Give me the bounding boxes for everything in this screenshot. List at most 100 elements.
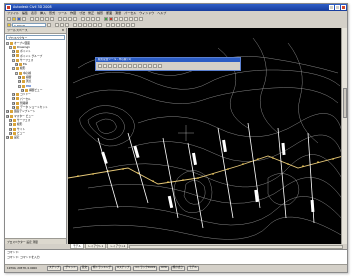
expand-icon[interactable]: + (9, 123, 12, 127)
save-icon[interactable] (17, 17, 21, 21)
layout-parameters-icon[interactable] (143, 64, 147, 68)
offset-icon[interactable] (121, 23, 125, 27)
copy-icon[interactable] (35, 17, 39, 21)
surface-tool-icon[interactable] (114, 17, 118, 21)
circle-icon[interactable] (83, 23, 87, 27)
app-icon[interactable] (6, 5, 11, 10)
break-icon[interactable] (123, 64, 127, 68)
toolspace-tabs[interactable]: プロスペクター 設定 測量 (5, 238, 66, 244)
spiral-icon[interactable] (108, 64, 112, 68)
pick-entity-icon[interactable] (138, 64, 142, 68)
arc-icon[interactable] (88, 23, 92, 27)
collapse-icon[interactable]: - (18, 84, 21, 88)
delete-pi-icon[interactable] (118, 64, 122, 68)
layer-manager-icon[interactable] (7, 23, 11, 27)
zoom-previous-icon[interactable] (73, 17, 77, 21)
line-icon[interactable] (73, 23, 77, 27)
design-center-icon[interactable] (86, 17, 90, 21)
section-tool-icon[interactable] (124, 17, 128, 21)
alignment-tool-icon[interactable] (104, 17, 108, 21)
expand-icon[interactable]: + (12, 93, 15, 97)
profile-tool-icon[interactable] (109, 17, 113, 21)
extend-icon[interactable] (131, 23, 135, 27)
polyline-icon[interactable] (78, 23, 82, 27)
layer-previous-icon[interactable] (47, 23, 51, 27)
tangent-icon[interactable] (98, 64, 102, 68)
curve-icon[interactable] (103, 64, 107, 68)
move-icon[interactable] (106, 23, 110, 27)
dyn-toggle[interactable]: DYN (159, 265, 169, 272)
vertical-scrollbar[interactable] (341, 28, 347, 244)
minimize-button[interactable] (329, 5, 334, 10)
new-file-icon[interactable] (7, 17, 11, 21)
close-icon[interactable]: × (61, 28, 65, 33)
command-prompt[interactable]: コマンド: コマンドを入力 (5, 255, 347, 260)
join-icon[interactable] (128, 64, 132, 68)
lineweight-dropdown-icon[interactable] (65, 23, 69, 27)
expand-icon[interactable]: + (6, 110, 9, 114)
reverse-icon[interactable] (133, 64, 137, 68)
close-button[interactable] (341, 5, 346, 10)
collapse-icon[interactable]: - (12, 58, 15, 62)
tree-item[interactable]: + 設定 (6, 136, 19, 140)
undo-layout-icon[interactable] (153, 64, 157, 68)
pipe-tool-icon[interactable] (139, 17, 143, 21)
expand-icon[interactable]: + (12, 50, 15, 54)
snap-toggle[interactable]: スナップ (47, 265, 62, 272)
maximize-button[interactable] (335, 5, 340, 10)
grading-tool-icon[interactable] (134, 17, 138, 21)
expand-icon[interactable]: + (18, 75, 21, 79)
insert-pi-icon[interactable] (113, 64, 117, 68)
model-toggle[interactable]: モデル (187, 265, 199, 272)
expand-icon[interactable]: + (12, 101, 15, 105)
tool-palettes-icon[interactable] (91, 17, 95, 21)
expand-icon[interactable]: + (6, 136, 9, 140)
zoom-window-icon[interactable] (68, 17, 72, 21)
hatch-icon[interactable] (98, 23, 102, 27)
open-folder-icon[interactable] (12, 17, 16, 21)
otrack-toggle[interactable]: OトラックDUCS (133, 265, 158, 272)
redo-icon[interactable] (50, 17, 54, 21)
expand-icon[interactable]: + (12, 54, 15, 58)
expand-icon[interactable]: + (6, 114, 9, 118)
layer-dropdown[interactable]: C-ROAD (12, 23, 46, 27)
trim-icon[interactable] (126, 23, 130, 27)
command-window[interactable]: コマンド: コマンド: コマンドを入力 (5, 249, 347, 265)
collapse-icon[interactable]: - (12, 67, 15, 71)
collapse-icon[interactable]: - (6, 41, 9, 45)
expand-icon[interactable]: + (9, 131, 12, 135)
rotate-icon[interactable] (116, 23, 120, 27)
expand-icon[interactable]: + (9, 127, 12, 131)
pan-icon[interactable] (58, 17, 62, 21)
scroll-thumb[interactable] (342, 88, 347, 118)
copy-object-icon[interactable] (111, 23, 115, 27)
expand-icon[interactable]: + (18, 80, 21, 84)
properties-icon[interactable] (81, 17, 85, 21)
corridor-tool-icon[interactable] (119, 17, 123, 21)
lineweight-toggle[interactable]: 線の太さ (170, 265, 185, 272)
horizontal-scrollbar[interactable] (129, 244, 343, 249)
ortho-toggle[interactable]: 直交 (79, 265, 89, 272)
grid-toggle[interactable]: グリッド (63, 265, 78, 272)
print-icon[interactable] (22, 17, 26, 21)
help-icon[interactable] (96, 17, 100, 21)
paste-icon[interactable] (40, 17, 44, 21)
polar-toggle[interactable]: 極トラッキング (90, 265, 114, 272)
window-title: Autodesk Civil 3D 2008 (13, 5, 52, 9)
text-icon[interactable] (93, 23, 97, 27)
zoom-realtime-icon[interactable] (63, 17, 67, 21)
color-dropdown-icon[interactable] (55, 23, 59, 27)
osnap-toggle[interactable]: Oスナップ (115, 265, 132, 272)
expand-icon[interactable]: + (15, 63, 18, 66)
expand-icon[interactable]: + (12, 97, 15, 101)
collapse-icon[interactable]: - (9, 45, 12, 49)
cut-icon[interactable] (30, 17, 34, 21)
collapse-icon[interactable]: - (15, 71, 18, 75)
linetype-dropdown-icon[interactable] (60, 23, 64, 27)
expand-icon[interactable]: + (9, 118, 12, 122)
parcel-tool-icon[interactable] (129, 17, 133, 21)
redo-layout-icon[interactable] (158, 64, 162, 68)
undo-icon[interactable] (45, 17, 49, 21)
prospector-dropdown[interactable]: プロスペクター (6, 35, 65, 40)
grid-view-icon[interactable] (148, 64, 152, 68)
